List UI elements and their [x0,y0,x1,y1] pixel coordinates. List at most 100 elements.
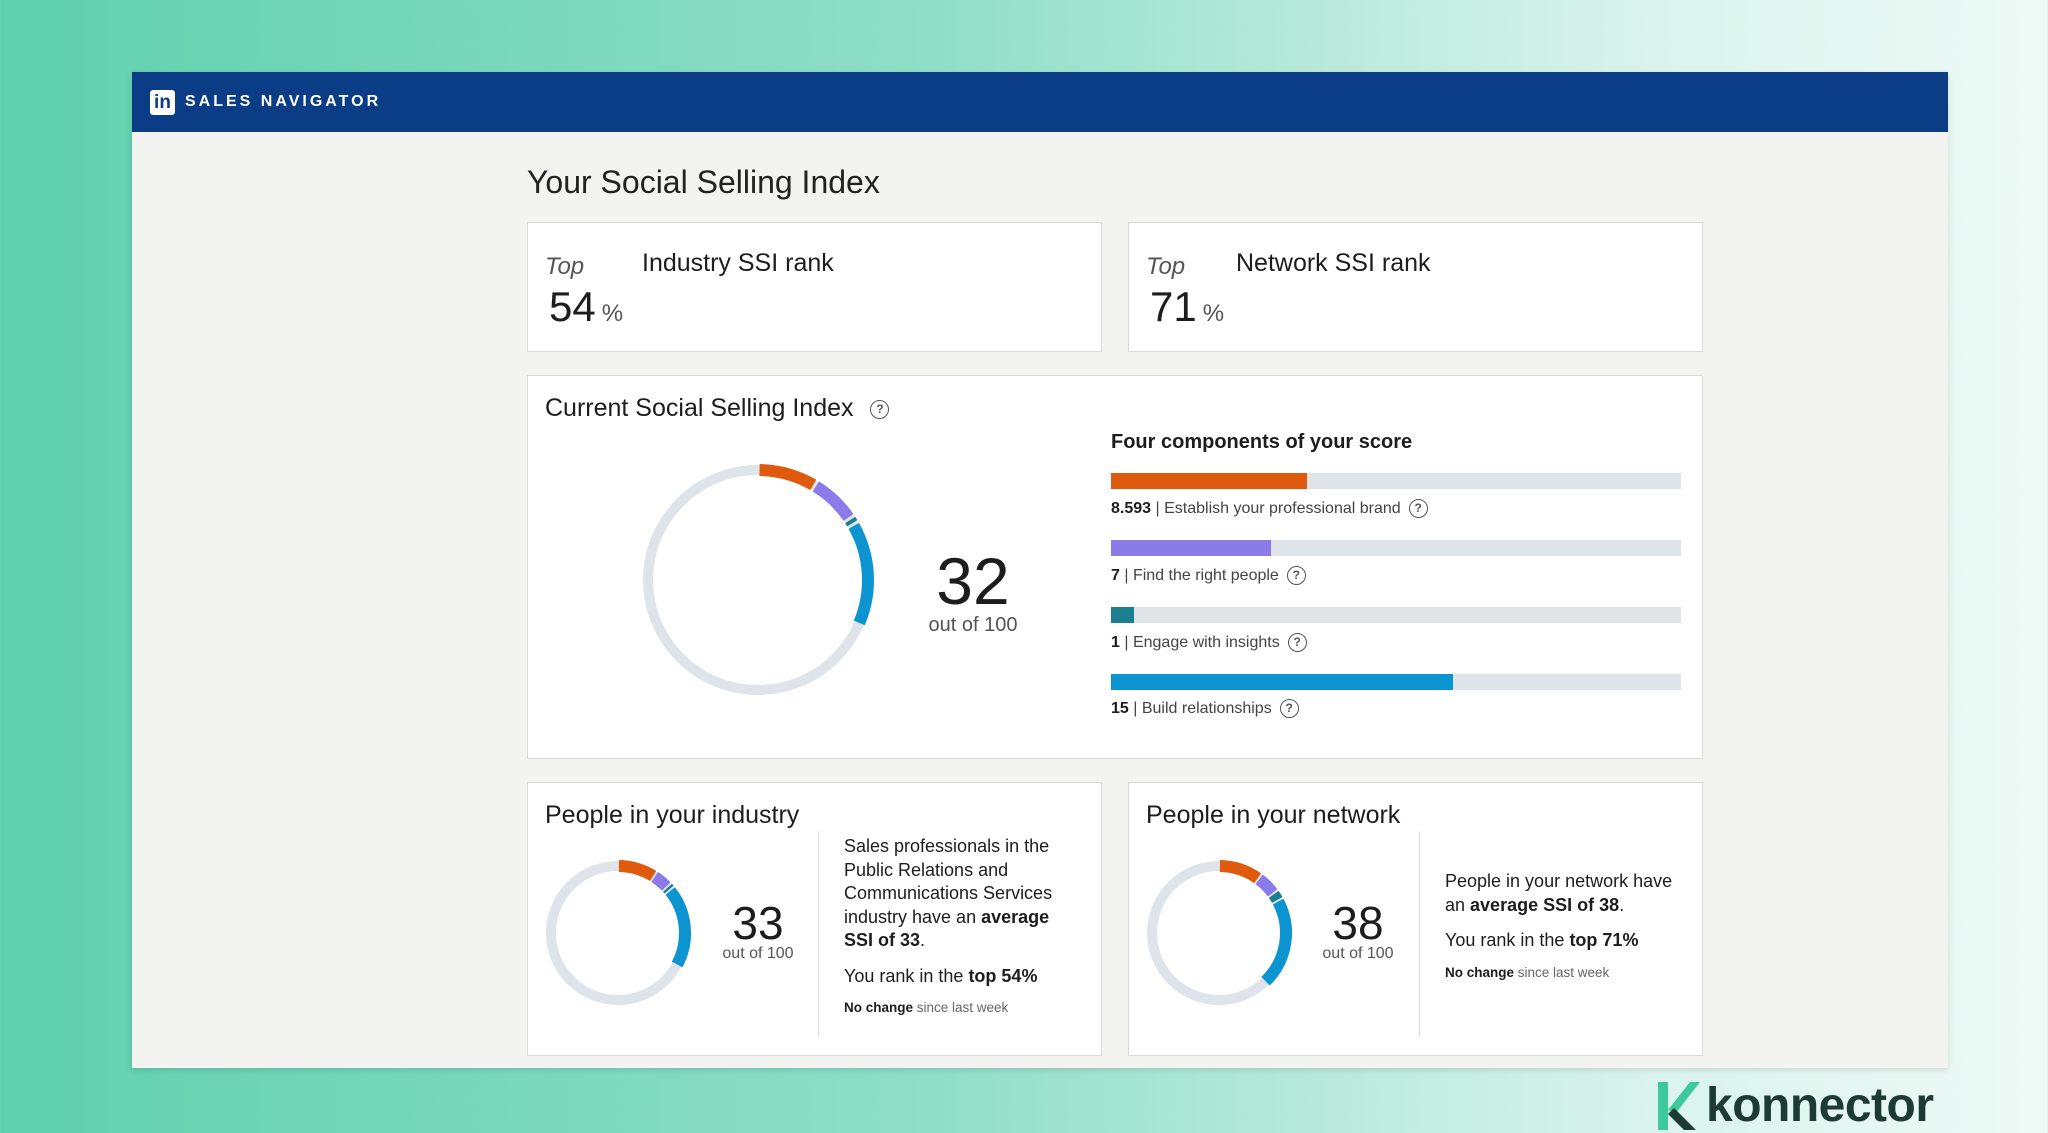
industry-change-text: No change since last week [844,996,1074,1020]
current-ssi-out-of: out of 100 [928,614,1018,636]
component-bar-fill [1111,540,1271,556]
industry-people-card: People in your industry 33 out of 100 Sa… [527,782,1102,1056]
current-ssi-title-text: Current Social Selling Index [545,394,854,422]
current-ssi-card: Current Social Selling Index ? 32 out of… [527,375,1703,759]
component-label-brand: 8.593 | Establish your professional bran… [1111,499,1428,518]
network-rank-number: 71 [1150,283,1197,330]
donut-segment [618,860,657,882]
network-rank-value: 71% [1150,283,1224,331]
industry-change-bold: No change [844,1000,914,1015]
network-ssi-score-number: 38 [1332,897,1384,949]
component-value-text: 1 | Engage with insights [1111,633,1280,651]
current-ssi-title: Current Social Selling Index ? [545,394,890,423]
konnector-brand: konnector [1652,1078,1934,1133]
donut-segment [665,887,691,968]
donut-segment [845,516,858,527]
app-window: in SALES NAVIGATOR Your Social Selling I… [132,72,1948,1068]
component-value-text: 8.593 | Establish your professional bran… [1111,499,1401,517]
industry-average-text: Sales professionals in the Public Relati… [844,836,1053,950]
network-change-bold: No change [1445,964,1515,980]
page-title: Your Social Selling Index [527,164,880,200]
donut-segments [1219,860,1292,986]
linkedin-logo-icon[interactable]: in [150,89,175,115]
current-ssi-score-number: 32 [936,544,1010,618]
component-bar-fill [1111,473,1307,489]
donut-segment [812,481,854,521]
network-change-text: No change since last week [1445,961,1685,985]
network-description: People in your network have an average S… [1445,870,1685,984]
component-value: 1 [1111,633,1120,651]
konnector-logo-icon [1658,1081,1700,1130]
component-name: Build relationships [1141,699,1272,717]
network-average-text: People in your network have an average S… [1445,871,1673,915]
network-people-title: People in your network [1146,801,1401,829]
industry-rank-card: Top Industry SSI rank 54% [527,222,1102,352]
industry-rank-title: Industry SSI rank [642,249,834,277]
components-heading: Four components of your score [1111,431,1413,453]
component-value-text: 7 | Find the right people [1111,566,1279,584]
network-ssi-donut [1147,860,1292,1005]
help-icon[interactable]: ? [1279,699,1299,718]
component-bar-relationships [1111,674,1681,690]
current-ssi-donut [643,464,874,695]
industry-rank-bold: top 54% [968,965,1038,986]
network-rank-unit: % [1202,300,1225,327]
component-bar-insights [1111,607,1681,623]
component-label-people: 7 | Find the right people ? [1111,566,1306,585]
network-people-card: People in your network 38 out of 100 Peo… [1128,782,1703,1056]
donut-segment [759,464,817,491]
help-icon[interactable]: ? [1408,499,1428,518]
component-label-insights: 1 | Engage with insights ? [1111,633,1307,652]
industry-ssi-donut [546,860,691,1005]
network-rank-bold: top 71% [1569,930,1639,950]
network-rank-card: Top Network SSI rank 71% [1128,222,1703,352]
network-average-ssi: average SSI of 38 [1470,894,1620,915]
donut-segment [848,522,874,626]
network-ssi-out-of: out of 100 [1322,945,1394,962]
current-ssi-score: 32 out of 100 [908,548,1038,637]
help-icon[interactable]: ? [870,399,890,419]
donut-segments [759,464,874,626]
donut-segment [1255,874,1278,897]
network-change-rest: since last week [1514,964,1610,980]
component-bar-fill [1111,607,1134,623]
divider [1419,831,1420,1037]
industry-ssi-score: 33 out of 100 [713,897,803,963]
divider [818,831,819,1037]
help-icon[interactable]: ? [1286,566,1306,585]
industry-rank-text: You rank in the top 54% [844,965,1074,989]
network-rank-lead: You rank in the [1445,930,1570,950]
industry-rank-number: 54 [549,283,596,330]
network-rank-text: You rank in the top 71% [1445,929,1685,953]
top-navigation-bar: in SALES NAVIGATOR [132,72,1948,132]
industry-rank-lead: You rank in the [844,965,969,986]
industry-ssi-out-of: out of 100 [722,945,794,962]
component-bar-brand [1111,473,1681,489]
donut-segment [1219,860,1262,884]
industry-rank-prefix: Top [545,253,585,280]
help-icon[interactable]: ? [1287,633,1307,652]
konnector-wordmark: konnector [1706,1079,1934,1132]
donut-segment [1268,890,1283,903]
component-name: Establish your professional brand [1164,499,1401,517]
app-title[interactable]: SALES NAVIGATOR [185,93,381,111]
industry-change-rest: since last week [913,1000,1009,1015]
industry-people-title: People in your industry [545,801,800,829]
network-rank-prefix: Top [1146,253,1186,280]
component-value: 7 [1111,566,1120,584]
component-bar-fill [1111,674,1453,690]
industry-description: Sales professionals in the Public Relati… [844,835,1074,1020]
industry-rank-unit: % [601,300,624,327]
component-value: 15 [1111,699,1129,717]
component-value-text: 15 | Build relationships [1111,699,1272,717]
component-name: Find the right people [1132,566,1279,584]
industry-ssi-score-number: 33 [732,897,784,949]
industry-rank-value: 54% [549,283,623,331]
network-rank-title: Network SSI rank [1236,249,1431,277]
component-value: 8.593 [1111,499,1152,517]
donut-segment [1261,898,1292,986]
donut-segment [663,883,674,894]
network-ssi-score: 38 out of 100 [1313,897,1403,963]
component-name: Engage with insights [1132,633,1280,651]
donut-segment [651,871,671,891]
